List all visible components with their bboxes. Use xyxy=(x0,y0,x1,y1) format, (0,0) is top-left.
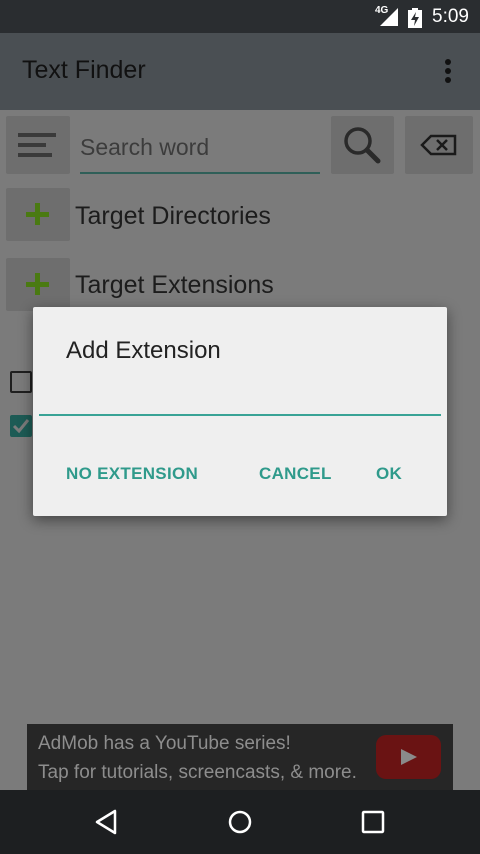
home-circle-icon[interactable] xyxy=(224,806,256,838)
ad-banner[interactable]: AdMob has a YouTube series! Tap for tuto… xyxy=(27,724,453,790)
signal-icon xyxy=(380,8,398,26)
no-extension-button[interactable]: NO EXTENSION xyxy=(66,464,198,484)
search-underline xyxy=(80,172,320,174)
status-bar: 4G 5:09 xyxy=(0,0,480,33)
search-input[interactable] xyxy=(80,124,320,170)
clock: 5:09 xyxy=(432,6,469,27)
add-extension-button[interactable] xyxy=(6,258,70,311)
extension-input[interactable] xyxy=(39,379,441,413)
play-icon xyxy=(401,749,417,765)
extension-checkbox-unchecked[interactable] xyxy=(10,371,32,393)
youtube-logo xyxy=(376,735,441,779)
add-directory-button[interactable] xyxy=(6,188,70,241)
back-triangle-icon[interactable] xyxy=(91,806,123,838)
magnifier-icon xyxy=(344,127,381,164)
extension-checkbox-checked[interactable] xyxy=(10,415,32,437)
app-bar: Text Finder xyxy=(0,33,480,110)
hamburger-icon xyxy=(18,133,56,157)
checkmark-icon xyxy=(12,419,30,434)
app-title: Text Finder xyxy=(22,56,146,84)
cancel-button[interactable]: CANCEL xyxy=(259,464,332,484)
system-nav-bar xyxy=(0,790,480,854)
recents-square-icon[interactable] xyxy=(357,806,389,838)
search-field-wrapper xyxy=(80,124,320,174)
ad-line-2: Tap for tutorials, screencasts, & more. xyxy=(38,762,357,783)
dialog-title: Add Extension xyxy=(66,337,221,364)
ok-button[interactable]: OK xyxy=(376,464,402,484)
plus-icon xyxy=(26,203,49,225)
ad-line-1: AdMob has a YouTube series! xyxy=(38,733,291,754)
add-extension-dialog: Add Extension NO EXTENSION CANCEL OK xyxy=(33,307,447,516)
target-extensions-label: Target Extensions xyxy=(75,271,274,299)
target-directories-label: Target Directories xyxy=(75,202,271,230)
battery-charging-icon xyxy=(408,8,422,28)
more-vert-icon[interactable] xyxy=(436,55,460,89)
plus-icon xyxy=(26,273,49,295)
drawer-menu-button[interactable] xyxy=(6,116,70,174)
clear-search-button[interactable] xyxy=(405,116,473,174)
backspace-icon xyxy=(420,134,457,156)
extension-input-underline xyxy=(39,414,441,416)
search-button[interactable] xyxy=(331,116,394,174)
